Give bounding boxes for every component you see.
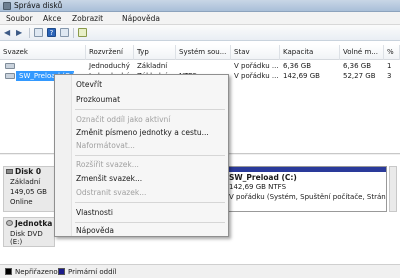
volume-free: 6,36 GB	[343, 62, 372, 70]
volume-capacity: 6,36 GB	[283, 62, 312, 70]
disk-scrollbar[interactable]	[389, 166, 397, 212]
cdrom-type: Disk DVD (E:)	[10, 230, 43, 246]
volume-percent: 3	[387, 72, 392, 80]
unallocated-swatch	[5, 268, 12, 275]
disk-0-info[interactable]: Disk 0 Základní 149,05 GB Online	[3, 166, 55, 212]
menu-item-naformatovat[interactable]: Naformátovat...	[76, 141, 135, 151]
menu-item-oznacit-aktivni[interactable]: Označit oddíl jako aktivní	[76, 115, 170, 125]
partition-name: SW_Preload (C:)	[229, 173, 297, 182]
col-percent[interactable]: %	[384, 45, 400, 60]
menu-item-odstranit[interactable]: Odstranit svazek...	[76, 188, 146, 198]
menu-item-zmensit[interactable]: Zmenšit svazek...	[76, 174, 142, 184]
legend: Nepřiřazeno Primární oddíl	[0, 264, 400, 278]
title-bar: Správa disků	[0, 0, 400, 12]
primary-swatch	[58, 268, 65, 275]
disk-name: Disk 0	[15, 167, 42, 176]
drive-icon	[5, 73, 15, 79]
menu-item-rozsirit[interactable]: Rozšířit svazek...	[76, 160, 139, 170]
volume-layout: Jednoduchý	[89, 62, 130, 70]
volume-status: V pořádku ...	[234, 62, 279, 70]
volume-list-header: Svazek Rozvržení Typ Systém sou... Stav …	[0, 45, 400, 60]
disk-management-icon	[3, 2, 11, 10]
cdrom-name: Jednotka	[15, 219, 53, 228]
disk-status: Online	[10, 198, 33, 206]
menu-item-otevrit[interactable]: Otevřít	[76, 80, 102, 90]
back-arrow-icon[interactable]: ◀	[4, 28, 13, 37]
toolbar-separator	[29, 28, 30, 38]
disk-type: Základní	[10, 178, 41, 186]
window-title: Správa disků	[14, 1, 63, 10]
menu-akce[interactable]: Akce	[43, 14, 61, 23]
menu-item-prozkoumat[interactable]: Prozkoumat	[76, 95, 120, 105]
check-disk-icon[interactable]	[78, 28, 87, 37]
menu-separator	[75, 155, 225, 156]
help-icon[interactable]: ?	[47, 28, 56, 37]
menu-separator	[75, 202, 225, 203]
context-menu-gutter	[55, 75, 72, 236]
col-svazek[interactable]: Svazek	[0, 45, 86, 60]
col-stav[interactable]: Stav	[231, 45, 280, 60]
col-kapacita[interactable]: Kapacita	[280, 45, 340, 60]
unallocated-label: Nepřiřazeno	[15, 268, 58, 276]
disk-size: 149,05 GB	[10, 188, 47, 196]
volume-fs	[176, 61, 231, 71]
partition-size: 142,69 GB NTFS	[229, 183, 287, 191]
hard-disk-icon	[6, 169, 13, 174]
menu-bar: Soubor Akce Zobrazit Nápověda	[0, 12, 400, 25]
cdrom-info[interactable]: Jednotka Disk DVD (E:)	[3, 217, 55, 247]
volume-free: 52,27 GB	[343, 72, 376, 80]
menu-napoveda[interactable]: Nápověda	[122, 14, 160, 23]
cd-drive-icon	[6, 220, 13, 226]
menu-item-vlastnosti[interactable]: Vlastnosti	[76, 208, 113, 218]
col-volne-misto[interactable]: Volné m...	[340, 45, 384, 60]
col-system-souboru[interactable]: Systém sou...	[176, 45, 231, 60]
partition-c[interactable]: SW_Preload (C:) 142,69 GB NTFS V pořádku…	[225, 166, 387, 212]
menu-separator	[75, 222, 225, 223]
volume-type: Základní	[137, 62, 168, 70]
context-menu: Otevřít Prozkoumat Označit oddíl jako ak…	[54, 74, 229, 237]
menu-item-zmenit-pismeno[interactable]: Změnit písmeno jednotky a cestu...	[76, 128, 209, 138]
primary-label: Primární oddíl	[68, 268, 117, 276]
volume-percent: 1	[387, 62, 392, 70]
partition-status: V pořádku (Systém, Spuštění počítače, St…	[229, 193, 386, 201]
volume-status: V pořádku ...	[234, 72, 279, 80]
partition-bar	[226, 167, 386, 172]
forward-arrow-icon[interactable]: ▶	[16, 28, 25, 37]
menu-item-napoveda[interactable]: Nápověda	[76, 226, 114, 236]
table-row[interactable]: Jednoduchý Základní V pořádku ... 6,36 G…	[0, 61, 400, 71]
col-rozvrzeni[interactable]: Rozvržení	[86, 45, 134, 60]
col-typ[interactable]: Typ	[134, 45, 176, 60]
volume-capacity: 142,69 GB	[283, 72, 320, 80]
toolbar: ◀ ▶ ?	[0, 25, 400, 41]
properties-icon[interactable]	[60, 28, 69, 37]
menu-soubor[interactable]: Soubor	[6, 14, 33, 23]
view-panel-icon[interactable]	[34, 28, 43, 37]
menu-separator	[75, 109, 225, 110]
volume-name	[0, 61, 86, 71]
toolbar-separator	[73, 28, 74, 38]
menu-zobrazit[interactable]: Zobrazit	[72, 14, 103, 23]
